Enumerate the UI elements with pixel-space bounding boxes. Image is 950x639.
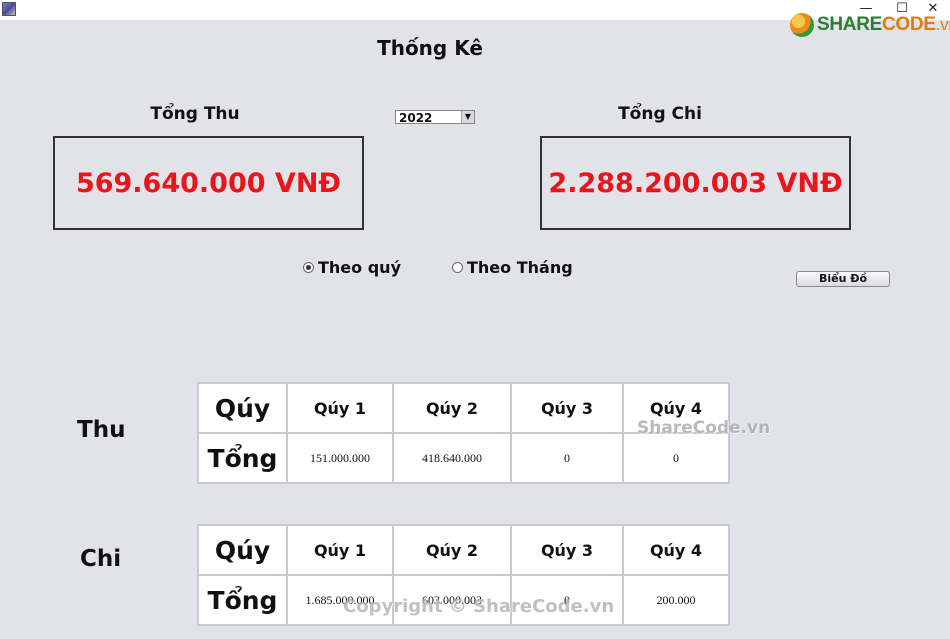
total-income-box: 569.640.000 VNĐ (53, 136, 364, 230)
row-header-total: Tổng (197, 574, 288, 626)
total-expense-box: 2.288.200.003 VNĐ (540, 136, 851, 230)
year-select[interactable]: 2022 ▼ (395, 110, 475, 125)
watermark-bottom: Copyright © ShareCode.vn (343, 596, 615, 617)
radio-checked-icon[interactable] (303, 262, 314, 273)
row-header-quarter: Qúy (197, 382, 288, 434)
income-section-label: Thu (77, 417, 126, 443)
table-cell: 0 (622, 432, 730, 484)
column-header: Qúy 2 (392, 524, 512, 576)
page-title: Thống Kê (377, 36, 483, 60)
year-select-value: 2022 (399, 111, 433, 125)
radio-by-month-label: Theo Tháng (467, 258, 573, 277)
column-header: Qúy 1 (286, 382, 394, 434)
radio-by-month[interactable]: Theo Tháng (452, 258, 573, 277)
column-header: Qúy 3 (510, 524, 624, 576)
radio-by-quarter-label: Theo quý (318, 258, 401, 277)
watermark-middle: ShareCode.vn (637, 418, 771, 438)
java-app-icon (2, 2, 16, 16)
sharecode-logo-text: SHARECODE.vn (817, 14, 950, 35)
expense-section-label: Chi (80, 546, 122, 572)
table-row: Tổng 151.000.000 418.640.000 0 0 (197, 432, 730, 484)
total-income-value: 569.640.000 VNĐ (75, 167, 342, 199)
column-header: Qúy 4 (622, 524, 730, 576)
column-header: Qúy 1 (286, 524, 394, 576)
radio-unchecked-icon[interactable] (452, 262, 463, 273)
column-header: Qúy 2 (392, 382, 512, 434)
radio-by-quarter[interactable]: Theo quý (303, 258, 401, 277)
sharecode-logo-icon (790, 13, 814, 37)
table-cell: 151.000.000 (286, 432, 394, 484)
table-cell: 200.000 (622, 574, 730, 626)
chevron-down-icon[interactable]: ▼ (461, 111, 474, 123)
total-expense-label: Tổng Chi (618, 104, 702, 124)
table-cell: 418.640.000 (392, 432, 512, 484)
table-header-row: Qúy Qúy 1 Qúy 2 Qúy 3 Qúy 4 (197, 524, 730, 576)
row-header-total: Tổng (197, 432, 288, 484)
row-header-quarter: Qúy (197, 524, 288, 576)
chart-button[interactable]: Biểu Đồ (796, 271, 890, 287)
column-header: Qúy 3 (510, 382, 624, 434)
total-expense-value: 2.288.200.003 VNĐ (548, 167, 843, 199)
table-cell: 0 (510, 432, 624, 484)
sharecode-logo: SHARECODE.vn (790, 11, 950, 39)
total-income-label: Tổng Thu (150, 104, 240, 124)
